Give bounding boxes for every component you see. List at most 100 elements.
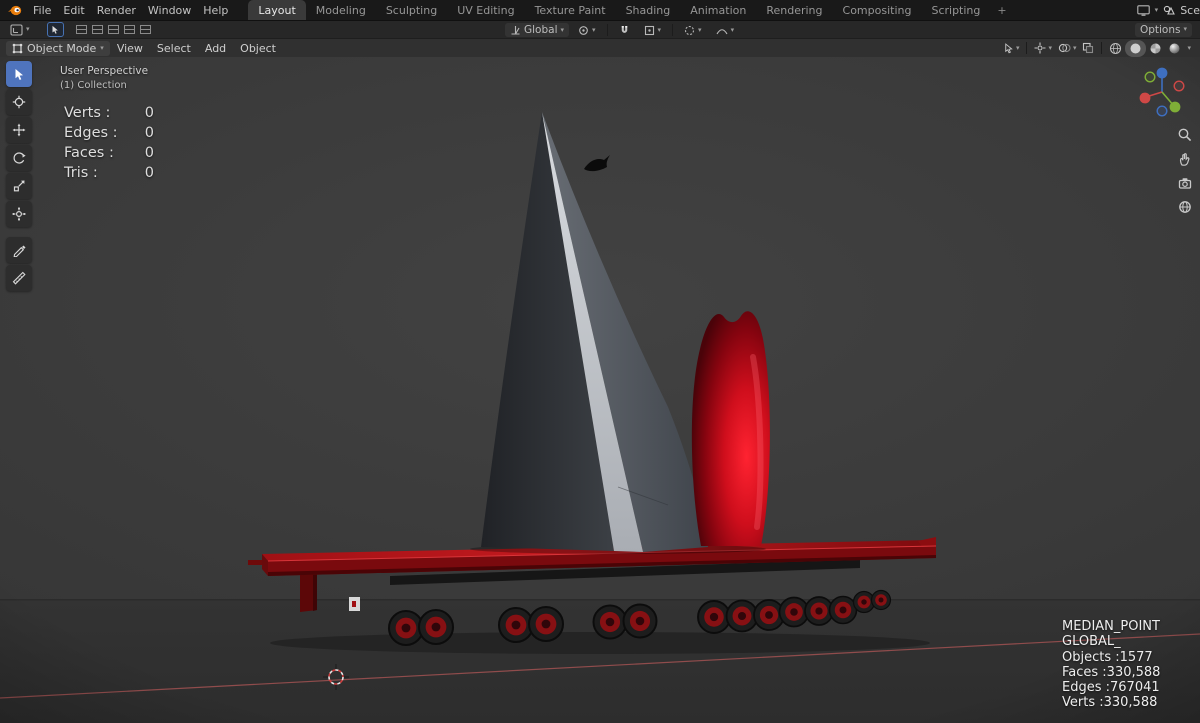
- tab-sculpting[interactable]: Sculpting: [376, 0, 447, 20]
- viewport-3d[interactable]: User Perspective (1) Collection Verts : …: [0, 57, 1200, 723]
- shading-solid-button[interactable]: [1127, 41, 1144, 56]
- selectability-dropdown[interactable]: ▾: [1000, 41, 1023, 56]
- gizmo-y-neg[interactable]: [1144, 71, 1156, 83]
- options-dropdown[interactable]: Options ▾: [1134, 22, 1192, 37]
- options-caret-icon: ▾: [1183, 25, 1187, 33]
- gizmo-x-neg[interactable]: [1173, 80, 1185, 92]
- snap-settings-dropdown[interactable]: ▾: [639, 23, 667, 37]
- scene-statistics: Verts : 0 Edges : 0 Faces : 0 Tris : 0: [64, 105, 154, 185]
- camera-icon: [1178, 178, 1192, 189]
- menu-object[interactable]: Object: [233, 42, 283, 55]
- menu-window[interactable]: Window: [142, 0, 197, 20]
- tool-move-button[interactable]: [6, 117, 32, 143]
- shading-material-button[interactable]: [1146, 41, 1165, 56]
- pivot-caret-icon: ▾: [592, 25, 596, 34]
- orientation-label: Global: [524, 24, 558, 36]
- xray-toggle-button[interactable]: [1079, 41, 1097, 56]
- grid-icon-2[interactable]: [91, 25, 103, 34]
- falloff-dropdown[interactable]: ▾: [711, 23, 740, 37]
- tab-rendering[interactable]: Rendering: [756, 0, 832, 20]
- camera-view-button[interactable]: [1175, 173, 1195, 193]
- separator: [1101, 42, 1103, 54]
- annotate-pencil-icon: [13, 245, 26, 257]
- tool-select-box-button[interactable]: [6, 61, 32, 87]
- orientation-caret-icon: ▾: [560, 25, 565, 34]
- menu-add[interactable]: Add: [198, 42, 233, 55]
- stat-verts: Verts : 0: [64, 105, 154, 125]
- tool-measure-button[interactable]: [6, 265, 32, 291]
- tool-annotate-button[interactable]: [6, 237, 32, 263]
- overlays-dropdown[interactable]: ▾: [1055, 41, 1080, 56]
- editor-type-caret-icon: ▾: [26, 25, 30, 33]
- hud-line: GLOBAL_: [1062, 634, 1121, 650]
- shading-caret-icon: ▾: [1187, 43, 1191, 52]
- menu-render[interactable]: Render: [91, 0, 142, 20]
- separator: [672, 24, 674, 36]
- select-box-icon: [15, 69, 23, 80]
- gizmo-z-axis[interactable]: [1156, 67, 1168, 79]
- hud-line: Objects :1577: [1062, 649, 1153, 665]
- tab-layout[interactable]: Layout: [248, 0, 306, 20]
- tool-rotate-button[interactable]: [6, 145, 32, 171]
- transform-icon: [12, 207, 26, 221]
- tool-settings-bar: ▾ Global ▾ ▾ ▾ ▾ ▾ Options ▾: [0, 20, 1200, 38]
- workspace-caret-icon[interactable]: ▾: [1155, 6, 1159, 14]
- proportional-edit-button[interactable]: ▾: [679, 23, 707, 37]
- separator: [606, 24, 608, 36]
- tab-uv-editing[interactable]: UV Editing: [447, 0, 524, 20]
- pivot-point-dropdown[interactable]: ▾: [573, 23, 601, 37]
- stat-label: Tris :: [64, 165, 98, 181]
- editor-type-button[interactable]: ▾: [5, 23, 35, 37]
- mode-caret-icon: ▾: [100, 43, 104, 52]
- mode-dropdown[interactable]: Object Mode ▾: [6, 40, 110, 56]
- shading-options-dropdown[interactable]: ▾: [1184, 41, 1194, 56]
- menu-select[interactable]: Select: [150, 42, 198, 55]
- scene-name-label[interactable]: Sce: [1180, 4, 1200, 17]
- tab-shading[interactable]: Shading: [616, 0, 681, 20]
- tab-modeling[interactable]: Modeling: [306, 0, 376, 20]
- active-tool-button[interactable]: [46, 22, 64, 37]
- menu-help[interactable]: Help: [197, 0, 234, 20]
- tool-transform-button[interactable]: [6, 201, 32, 227]
- snap-toggle-button[interactable]: [614, 23, 635, 37]
- toolbar: [6, 61, 32, 293]
- grid-icon-5[interactable]: [139, 25, 151, 34]
- hand-icon: [1179, 153, 1190, 166]
- workspace-icon[interactable]: [1136, 4, 1150, 16]
- blender-window: File Edit Render Window Help Layout Mode…: [0, 0, 1200, 723]
- shading-wireframe-button[interactable]: [1106, 41, 1125, 56]
- transform-orientation-dropdown[interactable]: Global ▾: [505, 23, 570, 37]
- tab-texture-paint[interactable]: Texture Paint: [525, 0, 616, 20]
- header-grid-icon-group: [75, 25, 156, 34]
- pan-button[interactable]: [1175, 149, 1195, 169]
- gizmos-dropdown[interactable]: ▾: [1031, 41, 1055, 56]
- stat-value: 0: [144, 145, 154, 161]
- menu-file[interactable]: File: [27, 0, 57, 20]
- viewport-header-right: ▾ ▾ ▾ ▾: [1000, 39, 1200, 57]
- tab-animation[interactable]: Animation: [680, 0, 756, 20]
- gizmo-z-neg[interactable]: [1156, 105, 1168, 117]
- add-workspace-button[interactable]: +: [990, 0, 1013, 20]
- zoom-button[interactable]: [1175, 125, 1195, 145]
- menu-view[interactable]: View: [110, 42, 150, 55]
- tab-scripting[interactable]: Scripting: [921, 0, 990, 20]
- tab-compositing[interactable]: Compositing: [833, 0, 922, 20]
- hud-line: Faces :330,588: [1062, 664, 1161, 680]
- grid-icon-3[interactable]: [107, 25, 119, 34]
- blender-logo-icon[interactable]: [6, 3, 22, 17]
- gizmo-x-axis[interactable]: [1139, 92, 1151, 104]
- rendered-sphere-icon: [1169, 43, 1180, 53]
- grid-icon-1[interactable]: [75, 25, 87, 34]
- gizmo-y-axis[interactable]: [1169, 101, 1181, 113]
- toggle-ortho-button[interactable]: [1175, 197, 1195, 217]
- navigation-gizmo[interactable]: [1134, 64, 1190, 120]
- shading-rendered-button[interactable]: [1165, 41, 1184, 56]
- view-perspective-label: User Perspective: [60, 65, 149, 77]
- tool-cursor-button[interactable]: [6, 89, 32, 115]
- menu-edit[interactable]: Edit: [57, 0, 90, 20]
- grid-icon-4[interactable]: [123, 25, 135, 34]
- hud-line: MEDIAN_POINT: [1062, 619, 1160, 634]
- tool-scale-button[interactable]: [6, 173, 32, 199]
- stat-value: 0: [144, 165, 154, 181]
- topbar: File Edit Render Window Help Layout Mode…: [0, 0, 1200, 20]
